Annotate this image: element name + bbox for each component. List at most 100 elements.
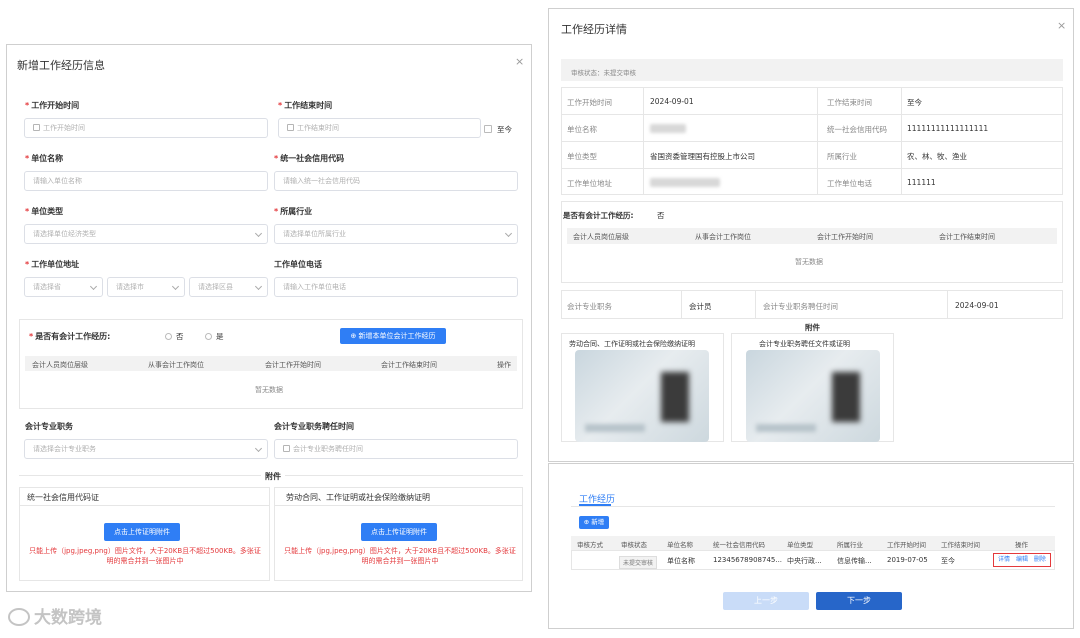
accounting-empty: 暂无数据 xyxy=(255,386,283,394)
grid-line xyxy=(561,114,1063,115)
accounting-empty: 暂无数据 xyxy=(795,258,823,266)
grid-line xyxy=(561,168,1063,169)
attachment-title: 劳动合同、工作证明或社会保险缴纳证明 xyxy=(286,493,430,502)
col-end: 会计工作结束时间 xyxy=(381,361,437,369)
position-select[interactable]: 请选择会计专业职务 xyxy=(24,439,268,459)
detail-label: 工作单位电话 xyxy=(827,179,872,188)
detail-value: 11111111111111111 xyxy=(907,124,989,133)
redacted-value xyxy=(650,178,720,187)
status-bar xyxy=(561,59,1063,81)
col-ops: 操作 xyxy=(497,361,511,369)
credit-code-input[interactable]: 请输入统一社会信用代码 xyxy=(274,171,518,191)
phone-label: 工作单位电话 xyxy=(274,260,322,269)
divider xyxy=(274,505,523,506)
col-level: 会计人员岗位层级 xyxy=(32,361,88,369)
next-step-button[interactable]: 下一步 xyxy=(816,592,902,610)
col-start: 会计工作开始时间 xyxy=(265,361,321,369)
detail-label: 单位类型 xyxy=(567,152,597,161)
grid-line xyxy=(755,290,756,319)
prev-step-button[interactable]: 上一步 xyxy=(723,592,809,610)
redacted-value xyxy=(650,124,686,133)
row-end: 至今 xyxy=(941,557,955,565)
redacted-text xyxy=(756,424,816,432)
upload-button[interactable]: 点击上传证明附件 xyxy=(361,523,437,541)
col: 单位名称 xyxy=(667,541,693,549)
accounting-table-header: 会计人员岗位层级 从事会计工作岗位 会计工作开始时间 会计工作结束时间 xyxy=(567,228,1057,244)
chevron-down-icon xyxy=(254,282,263,291)
row-start: 2019-07-05 xyxy=(887,556,928,564)
chevron-down-icon xyxy=(254,229,263,238)
until-now-label: 至今 xyxy=(497,125,512,134)
work-experience-list-panel: 工作经历 ⊕ 新增 审核方式 审核状态 单位名称 统一社会信用代码 单位类型 所… xyxy=(548,463,1074,629)
radio-yes[interactable]: 是 xyxy=(205,331,224,342)
grid-line xyxy=(561,141,1063,142)
review-status: 审核状态：未提交审核 xyxy=(571,69,636,77)
redacted-face xyxy=(661,372,689,422)
col: 所属行业 xyxy=(837,541,863,549)
province-select[interactable]: 请选择省 xyxy=(24,277,103,297)
until-now-checkbox[interactable] xyxy=(484,125,492,133)
start-time-label: * 工作开始时间 xyxy=(25,101,80,110)
industry-label: * 所属行业 xyxy=(274,207,313,216)
redacted-face xyxy=(832,372,860,422)
accounting-answer: 否 xyxy=(657,211,665,220)
delete-link[interactable]: 删除 xyxy=(1034,556,1046,563)
grid-line xyxy=(901,87,902,195)
chevron-down-icon xyxy=(171,282,180,291)
attachment-title: 会计专业职务聘任文件或证明 xyxy=(759,340,850,348)
attachments-title: 附件 xyxy=(805,323,820,332)
certificate-image[interactable] xyxy=(746,350,880,442)
list-table-header: 审核方式 审核状态 单位名称 统一社会信用代码 单位类型 所属行业 工作开始时间… xyxy=(571,536,1055,550)
position-time-input[interactable]: 会计专业职务聘任时间 xyxy=(274,439,518,459)
col-post: 从事会计工作岗位 xyxy=(148,361,204,369)
unit-name-label: * 单位名称 xyxy=(25,154,64,163)
dialog-title: 工作经历详情 xyxy=(561,23,627,36)
col: 工作结束时间 xyxy=(941,541,980,549)
logo-icon xyxy=(8,608,30,626)
chevron-down-icon xyxy=(504,229,513,238)
row-unit-name: 单位名称 xyxy=(667,557,695,565)
address-label: * 工作单位地址 xyxy=(25,260,80,269)
district-select[interactable]: 请选择区县 xyxy=(189,277,268,297)
col-start: 会计工作开始时间 xyxy=(817,233,873,241)
phone-input[interactable]: 请输入工作单位电话 xyxy=(274,277,518,297)
radio-no[interactable]: 否 xyxy=(165,331,184,342)
add-accounting-experience-button[interactable]: ⊕ 新增本单位会计工作经历 xyxy=(340,328,446,344)
detail-value: 至今 xyxy=(907,98,922,107)
divider xyxy=(571,506,1055,507)
end-time-input[interactable]: 工作结束时间 xyxy=(278,118,481,138)
position-time-label: 会计专业职务聘任时间 xyxy=(763,302,838,311)
col: 单位类型 xyxy=(787,541,813,549)
unit-type-select[interactable]: 请选择单位经济类型 xyxy=(24,224,268,244)
start-time-input[interactable]: 工作开始时间 xyxy=(24,118,268,138)
detail-label: 工作单位地址 xyxy=(567,179,612,188)
divider xyxy=(19,505,270,506)
row-credit-code: 12345678908745... xyxy=(713,556,783,564)
position-value: 会计员 xyxy=(689,302,712,311)
close-icon[interactable]: × xyxy=(1057,19,1066,32)
industry-select[interactable]: 请选择单位所属行业 xyxy=(274,224,518,244)
col: 操作 xyxy=(1015,541,1028,549)
add-button[interactable]: ⊕ 新增 xyxy=(579,516,609,529)
detail-value: 农、林、牧、渔业 xyxy=(907,152,967,161)
detail-link[interactable]: 详情 xyxy=(998,556,1010,563)
certificate-image[interactable] xyxy=(575,350,709,442)
unit-name-input[interactable]: 请输入单位名称 xyxy=(24,171,268,191)
grid-line xyxy=(643,87,644,195)
detail-value: 2024-09-01 xyxy=(650,97,694,106)
status-badge: 未提交审核 xyxy=(619,556,658,569)
attachments-title: 附件 xyxy=(261,471,285,482)
row-actions: 详情 编辑 删除 xyxy=(993,553,1051,567)
edit-link[interactable]: 编辑 xyxy=(1016,556,1028,563)
accounting-table-header: 会计人员岗位层级 从事会计工作岗位 会计工作开始时间 会计工作结束时间 操作 xyxy=(25,356,517,371)
unit-type-label: * 单位类型 xyxy=(25,207,64,216)
upload-button[interactable]: 点击上传证明附件 xyxy=(104,523,180,541)
detail-value: 111111 xyxy=(907,178,936,187)
position-label: 会计专业职务 xyxy=(25,422,73,431)
calendar-icon xyxy=(33,124,40,131)
city-select[interactable]: 请选择市 xyxy=(107,277,185,297)
attachment-title: 统一社会信用代码证 xyxy=(27,493,99,502)
credit-code-label: * 统一社会信用代码 xyxy=(274,154,345,163)
close-icon[interactable]: × xyxy=(515,55,524,68)
detail-label: 工作结束时间 xyxy=(827,98,872,107)
